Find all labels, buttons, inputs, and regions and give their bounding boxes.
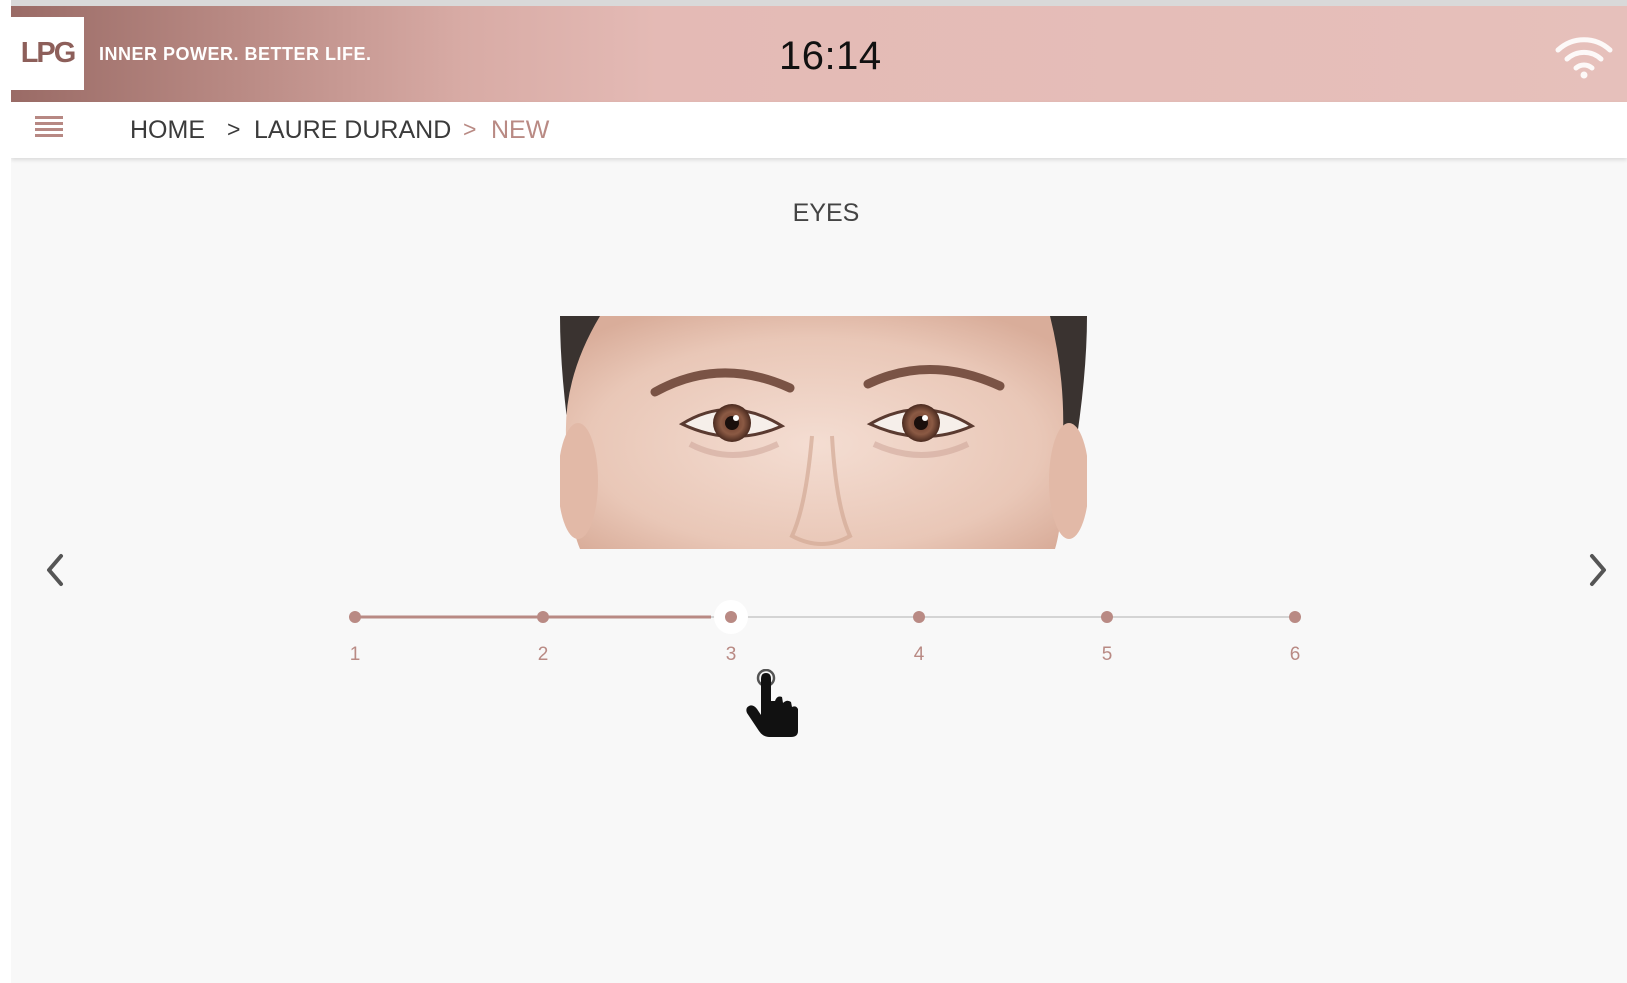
eyes-face-image — [560, 316, 1087, 549]
slider-step-3[interactable] — [725, 611, 737, 623]
slider-step-4[interactable] — [913, 611, 925, 623]
hand-cursor-icon — [746, 669, 798, 737]
lpg-logo: LPG — [11, 17, 84, 90]
breadcrumb-home[interactable]: HOME — [130, 116, 205, 145]
brand-tagline: INNER POWER. BETTER LIFE. — [99, 44, 372, 64]
slider-step-2[interactable] — [537, 611, 549, 623]
slider-step-label: 3 — [725, 644, 737, 665]
slider-step-label: 6 — [1289, 644, 1301, 665]
logo-text: LPG — [20, 37, 77, 69]
clock: 16:14 — [779, 34, 882, 78]
app-header: LPG INNER POWER. BETTER LIFE. 16:14 — [11, 6, 1627, 102]
hamburger-menu-icon[interactable] — [35, 116, 63, 144]
wifi-icon — [1555, 37, 1613, 79]
slider-step-label: 5 — [1101, 644, 1113, 665]
slider-step-label: 1 — [349, 644, 361, 665]
slider-step-label: 2 — [537, 644, 549, 665]
slider-step-6[interactable] — [1289, 611, 1301, 623]
slider-thumb-halo[interactable] — [714, 600, 748, 634]
slider-step-label: 4 — [913, 644, 925, 665]
slider-step-1[interactable] — [349, 611, 361, 623]
section-title: EYES — [11, 199, 1627, 228]
section-title-text: EYES — [792, 199, 860, 227]
app-screen: LPG INNER POWER. BETTER LIFE. 16:14 HOME… — [11, 0, 1627, 983]
slider-step-5[interactable] — [1101, 611, 1113, 623]
breadcrumb-separator: > — [463, 116, 477, 142]
breadcrumb-bar: HOME > LAURE DURAND > NEW — [11, 102, 1627, 158]
breadcrumb-client[interactable]: LAURE DURAND — [254, 116, 451, 145]
chevron-right-icon[interactable] — [1584, 550, 1612, 590]
chevron-left-icon[interactable] — [41, 550, 69, 590]
breadcrumb-current: NEW — [491, 116, 550, 144]
breadcrumb-separator: > — [227, 116, 241, 142]
